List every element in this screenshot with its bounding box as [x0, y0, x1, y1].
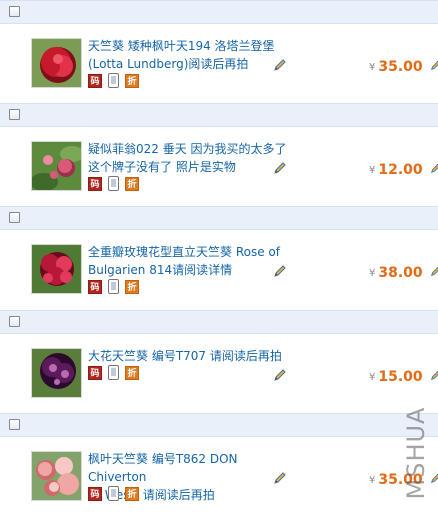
- cart-item: 大花天竺葵 编号T707 请阅读后再拍 码 折 ¥15.00: [0, 334, 438, 413]
- discount-badge-icon: 折: [125, 280, 139, 294]
- product-thumbnail[interactable]: [31, 244, 82, 294]
- mobile-icon: [108, 279, 119, 294]
- price-value: 35.00: [378, 59, 423, 75]
- currency-symbol: ¥: [369, 165, 376, 176]
- price-value: 12.00: [378, 162, 423, 178]
- select-checkbox[interactable]: [9, 6, 20, 17]
- unit-price: ¥15.00: [369, 366, 438, 385]
- edit-pencil-icon[interactable]: [273, 161, 287, 175]
- edit-pencil-icon[interactable]: [273, 58, 287, 72]
- product-thumbnail[interactable]: [31, 348, 82, 398]
- edit-pencil-icon[interactable]: [273, 264, 287, 278]
- mobile-icon: [108, 176, 119, 191]
- edit-pencil-icon[interactable]: [430, 58, 438, 72]
- product-title-link[interactable]: 天竺葵 矮种枫叶天194 洛塔兰登堡 (Lotta Lundberg)阅读后再拍: [88, 37, 298, 73]
- shop-header-row: [0, 413, 438, 437]
- cart-item: 枫叶天竺葵 编号T862 DON Chiverton (B West) 请阅读后…: [0, 437, 438, 516]
- shopping-cart-list: 天竺葵 矮种枫叶天194 洛塔兰登堡 (Lotta Lundberg)阅读后再拍…: [0, 0, 438, 519]
- edit-pencil-icon[interactable]: [273, 368, 287, 382]
- shop-header-row: [0, 310, 438, 334]
- price-value: 38.00: [378, 265, 423, 281]
- shop-header-row: [0, 0, 438, 24]
- product-thumbnail[interactable]: [31, 141, 82, 191]
- discount-badge-icon: 折: [125, 74, 139, 88]
- mobile-icon: [108, 486, 119, 501]
- edit-pencil-icon[interactable]: [430, 368, 438, 382]
- product-title-link[interactable]: 大花天竺葵 编号T707 请阅读后再拍: [88, 347, 298, 365]
- edit-pencil-icon[interactable]: [273, 471, 287, 485]
- mobile-icon: [108, 365, 119, 380]
- product-thumbnail[interactable]: [31, 451, 82, 501]
- edit-pencil-icon[interactable]: [430, 161, 438, 175]
- currency-symbol: ¥: [369, 372, 376, 383]
- product-title-link[interactable]: 全重瓣玫瑰花型直立天竺葵 Rose of Bulgarien 814请阅读详情: [88, 243, 298, 279]
- price-value: 15.00: [378, 369, 423, 385]
- code-badge-icon: 码: [88, 280, 102, 294]
- shop-header-row: [0, 206, 438, 230]
- product-thumbnail[interactable]: [31, 38, 82, 88]
- cart-item: 天竺葵 矮种枫叶天194 洛塔兰登堡 (Lotta Lundberg)阅读后再拍…: [0, 24, 438, 103]
- edit-pencil-icon[interactable]: [430, 264, 438, 278]
- discount-badge-icon: 折: [125, 177, 139, 191]
- unit-price: ¥38.00: [369, 262, 438, 281]
- code-badge-icon: 码: [88, 487, 102, 501]
- currency-symbol: ¥: [369, 475, 376, 486]
- unit-price: ¥12.00: [369, 159, 438, 178]
- discount-badge-icon: 折: [125, 487, 139, 501]
- currency-symbol: ¥: [369, 62, 376, 73]
- currency-symbol: ¥: [369, 268, 376, 279]
- select-checkbox[interactable]: [9, 419, 20, 430]
- price-value: 35.00: [378, 472, 423, 488]
- code-badge-icon: 码: [88, 177, 102, 191]
- select-checkbox[interactable]: [9, 109, 20, 120]
- product-title-link[interactable]: 枫叶天竺葵 编号T862 DON Chiverton (B West) 请阅读后…: [88, 450, 298, 504]
- product-title-link[interactable]: 疑似菲翁022 垂天 因为我买的太多了 这个牌子没有了 照片是实物: [88, 140, 298, 176]
- select-checkbox[interactable]: [9, 212, 20, 223]
- unit-price: ¥35.00: [369, 56, 438, 75]
- mobile-icon: [108, 73, 119, 88]
- edit-pencil-icon[interactable]: [430, 471, 438, 485]
- cart-item: 全重瓣玫瑰花型直立天竺葵 Rose of Bulgarien 814请阅读详情 …: [0, 230, 438, 309]
- code-badge-icon: 码: [88, 74, 102, 88]
- cart-item: 疑似菲翁022 垂天 因为我买的太多了 这个牌子没有了 照片是实物 码 折 ¥1…: [0, 127, 438, 206]
- discount-badge-icon: 折: [125, 366, 139, 380]
- unit-price: ¥35.00: [369, 469, 438, 488]
- shop-header-row: [0, 103, 438, 127]
- code-badge-icon: 码: [88, 366, 102, 380]
- select-checkbox[interactable]: [9, 316, 20, 327]
